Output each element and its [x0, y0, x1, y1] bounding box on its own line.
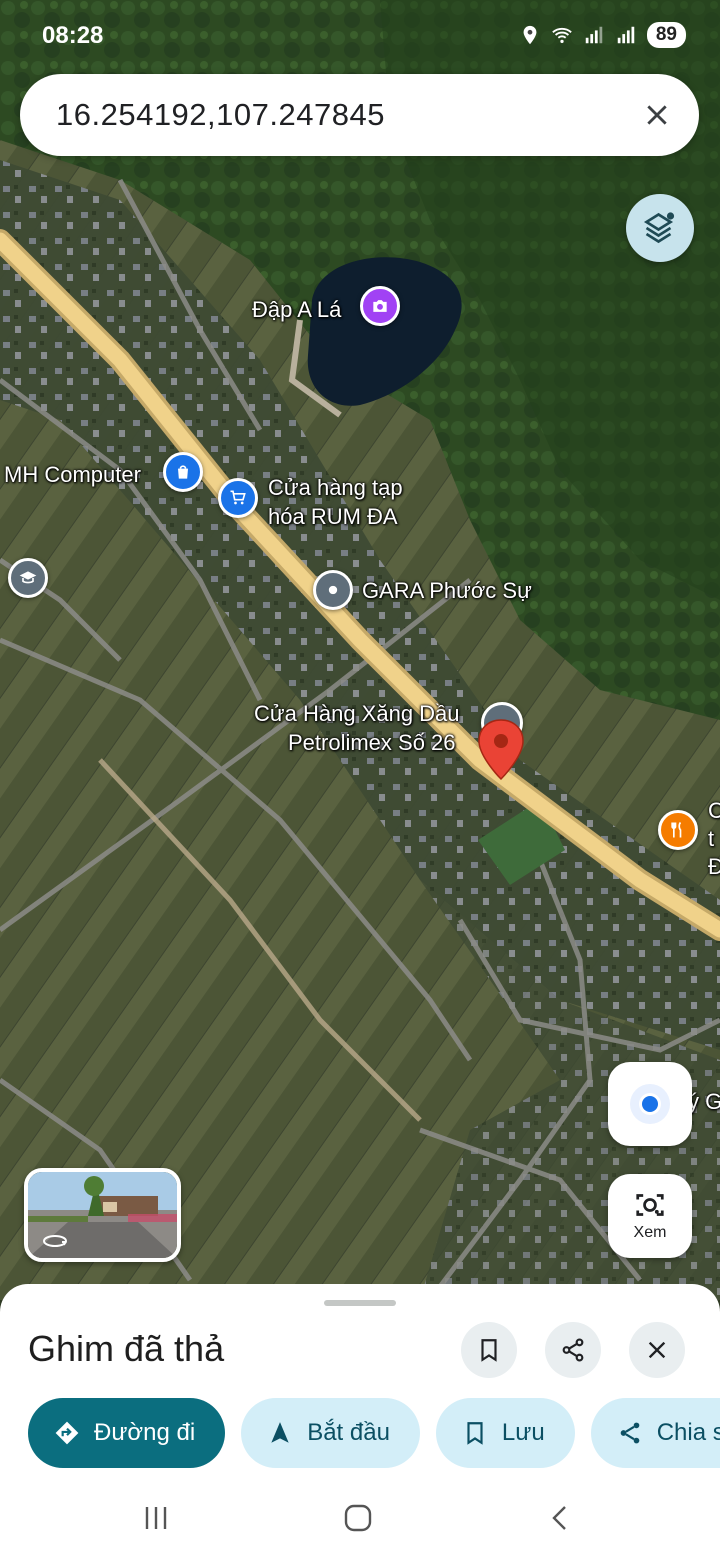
lens-label: Xem [633, 1224, 667, 1241]
rotate-360-icon [43, 1235, 67, 1247]
share-chip[interactable]: Chia s [590, 1398, 720, 1468]
dropped-pin-icon[interactable] [476, 718, 526, 782]
search-bar[interactable]: 16.254192,107.247845 [20, 74, 699, 156]
poi-label-edge-d[interactable]: Đ [708, 853, 720, 881]
search-input[interactable]: 16.254192,107.247845 [56, 97, 385, 133]
back-icon [552, 1506, 566, 1530]
place-title: Ghim đã thả [28, 1328, 225, 1369]
navigation-arrow-icon [271, 1422, 289, 1443]
clear-search-button[interactable] [637, 95, 677, 135]
recent-apps-icon [145, 1507, 167, 1529]
poi-label-edge-c[interactable]: C [708, 797, 720, 825]
shopping-bag-icon[interactable] [163, 452, 203, 492]
street-view-thumbnail[interactable] [24, 1168, 181, 1262]
layers-icon [643, 212, 675, 244]
lens-camera-icon [636, 1194, 664, 1216]
shopping-cart-icon[interactable] [218, 478, 258, 518]
share-label: Chia s [656, 1419, 720, 1446]
recent-apps-button[interactable] [136, 1498, 176, 1538]
poi-label-dap-a-la[interactable]: Đập A Lá [252, 296, 341, 324]
signal-icon [585, 26, 603, 44]
map-layers-button[interactable] [626, 194, 694, 262]
poi-label-petrolimex-line1[interactable]: Cửa Hàng Xăng Dầu [254, 700, 460, 728]
school-icon[interactable] [8, 558, 48, 598]
status-time: 08:28 [42, 22, 104, 49]
my-location-icon [630, 1084, 670, 1124]
start-label: Bắt đầu [307, 1419, 390, 1446]
directions-chip[interactable]: Đường đi [28, 1398, 226, 1468]
poi-label-mh-computer[interactable]: MH Computer [4, 461, 141, 489]
poi-label-edge-t[interactable]: t [708, 825, 714, 853]
poi-label-edge-yg[interactable]: ý G [688, 1088, 720, 1116]
my-location-button[interactable] [608, 1062, 692, 1146]
start-navigation-chip[interactable]: Bắt đầu [241, 1398, 420, 1468]
poi-label-rum-da-line1[interactable]: Cửa hàng tạp [268, 474, 403, 502]
save-place-button[interactable] [461, 1322, 517, 1378]
battery-indicator: 89 [646, 22, 686, 48]
status-icons: 89 [519, 22, 686, 48]
bookmark-icon [481, 1339, 497, 1362]
poi-label-gara[interactable]: GARA Phước Sự [362, 577, 532, 605]
close-icon [648, 1341, 666, 1359]
poi-label-rum-da-line2[interactable]: hóa RUM ĐA [268, 503, 398, 531]
share-place-button[interactable] [545, 1322, 601, 1378]
status-bar: 08:28 89 [0, 0, 720, 70]
action-chips: Đường đi Bắt đầu Lưu Chia s [28, 1398, 720, 1468]
place-generic-icon[interactable] [313, 570, 353, 610]
close-sheet-button[interactable] [629, 1322, 685, 1378]
restaurant-icon[interactable] [658, 810, 698, 850]
location-icon [523, 25, 537, 45]
bookmark-icon [467, 1422, 483, 1445]
drag-handle[interactable] [324, 1300, 396, 1306]
share-icon [562, 1338, 584, 1362]
system-navigation-bar [0, 1480, 720, 1560]
wifi-icon [552, 27, 572, 44]
signal-icon-2 [617, 26, 635, 44]
poi-label-petrolimex-line2[interactable]: Petrolimex Số 26 [288, 729, 456, 757]
save-label: Lưu [501, 1419, 545, 1446]
home-icon [344, 1504, 372, 1532]
back-button[interactable] [540, 1498, 580, 1538]
camera-poi-icon[interactable] [360, 286, 400, 326]
directions-icon [55, 1421, 79, 1445]
close-icon [647, 105, 667, 125]
share-icon [620, 1422, 640, 1444]
directions-label: Đường đi [94, 1419, 196, 1446]
save-chip[interactable]: Lưu [435, 1398, 575, 1468]
home-button[interactable] [338, 1498, 378, 1538]
lens-view-button[interactable]: Xem [608, 1174, 692, 1258]
